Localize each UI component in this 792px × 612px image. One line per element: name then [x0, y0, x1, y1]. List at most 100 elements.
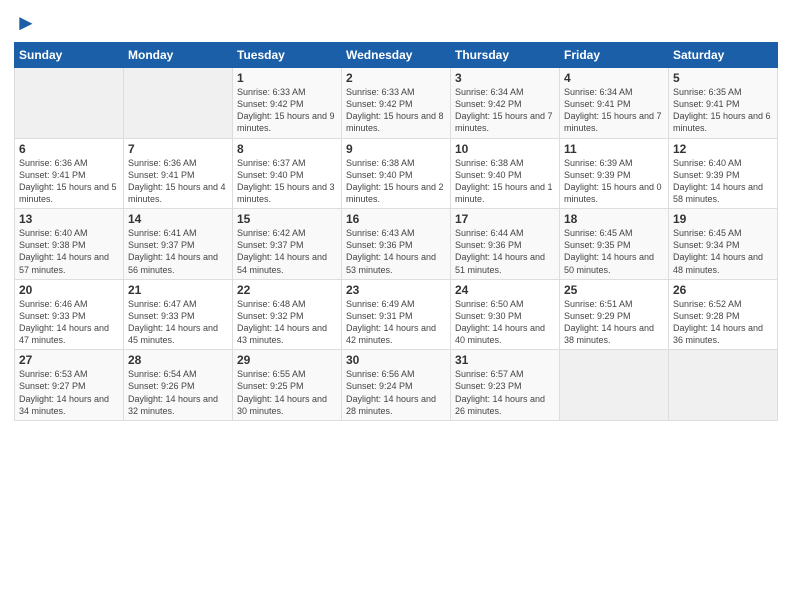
calendar-cell: 9Sunrise: 6:38 AM Sunset: 9:40 PM Daylig… — [342, 138, 451, 209]
day-info: Sunrise: 6:39 AM Sunset: 9:39 PM Dayligh… — [564, 157, 664, 206]
logo: ► — [14, 10, 37, 36]
weekday-header-wednesday: Wednesday — [342, 43, 451, 68]
header: ► — [14, 10, 778, 36]
calendar-cell: 22Sunrise: 6:48 AM Sunset: 9:32 PM Dayli… — [233, 279, 342, 350]
calendar-cell: 5Sunrise: 6:35 AM Sunset: 9:41 PM Daylig… — [669, 68, 778, 139]
logo-arrow-icon: ► — [15, 10, 37, 36]
calendar-cell: 24Sunrise: 6:50 AM Sunset: 9:30 PM Dayli… — [451, 279, 560, 350]
day-number: 11 — [564, 142, 664, 156]
day-info: Sunrise: 6:38 AM Sunset: 9:40 PM Dayligh… — [346, 157, 446, 206]
calendar-week-row: 13Sunrise: 6:40 AM Sunset: 9:38 PM Dayli… — [15, 209, 778, 280]
calendar-cell: 4Sunrise: 6:34 AM Sunset: 9:41 PM Daylig… — [560, 68, 669, 139]
logo-text: ► — [14, 10, 37, 36]
day-info: Sunrise: 6:38 AM Sunset: 9:40 PM Dayligh… — [455, 157, 555, 206]
calendar-week-row: 27Sunrise: 6:53 AM Sunset: 9:27 PM Dayli… — [15, 350, 778, 421]
day-number: 3 — [455, 71, 555, 85]
day-info: Sunrise: 6:36 AM Sunset: 9:41 PM Dayligh… — [19, 157, 119, 206]
day-number: 9 — [346, 142, 446, 156]
day-info: Sunrise: 6:48 AM Sunset: 9:32 PM Dayligh… — [237, 298, 337, 347]
calendar-cell: 25Sunrise: 6:51 AM Sunset: 9:29 PM Dayli… — [560, 279, 669, 350]
calendar-cell: 16Sunrise: 6:43 AM Sunset: 9:36 PM Dayli… — [342, 209, 451, 280]
calendar-cell: 14Sunrise: 6:41 AM Sunset: 9:37 PM Dayli… — [124, 209, 233, 280]
weekday-header-sunday: Sunday — [15, 43, 124, 68]
day-info: Sunrise: 6:40 AM Sunset: 9:38 PM Dayligh… — [19, 227, 119, 276]
calendar-cell: 20Sunrise: 6:46 AM Sunset: 9:33 PM Dayli… — [15, 279, 124, 350]
day-number: 10 — [455, 142, 555, 156]
day-number: 21 — [128, 283, 228, 297]
calendar-cell: 18Sunrise: 6:45 AM Sunset: 9:35 PM Dayli… — [560, 209, 669, 280]
day-number: 17 — [455, 212, 555, 226]
weekday-header-row: SundayMondayTuesdayWednesdayThursdayFrid… — [15, 43, 778, 68]
day-info: Sunrise: 6:45 AM Sunset: 9:34 PM Dayligh… — [673, 227, 773, 276]
calendar-cell — [560, 350, 669, 421]
day-number: 28 — [128, 353, 228, 367]
day-info: Sunrise: 6:35 AM Sunset: 9:41 PM Dayligh… — [673, 86, 773, 135]
calendar-cell: 26Sunrise: 6:52 AM Sunset: 9:28 PM Dayli… — [669, 279, 778, 350]
calendar-cell: 23Sunrise: 6:49 AM Sunset: 9:31 PM Dayli… — [342, 279, 451, 350]
calendar-week-row: 20Sunrise: 6:46 AM Sunset: 9:33 PM Dayli… — [15, 279, 778, 350]
day-number: 4 — [564, 71, 664, 85]
day-number: 7 — [128, 142, 228, 156]
day-number: 14 — [128, 212, 228, 226]
calendar-cell: 17Sunrise: 6:44 AM Sunset: 9:36 PM Dayli… — [451, 209, 560, 280]
day-info: Sunrise: 6:34 AM Sunset: 9:42 PM Dayligh… — [455, 86, 555, 135]
calendar-cell: 6Sunrise: 6:36 AM Sunset: 9:41 PM Daylig… — [15, 138, 124, 209]
day-number: 31 — [455, 353, 555, 367]
day-info: Sunrise: 6:44 AM Sunset: 9:36 PM Dayligh… — [455, 227, 555, 276]
calendar-cell: 11Sunrise: 6:39 AM Sunset: 9:39 PM Dayli… — [560, 138, 669, 209]
day-number: 5 — [673, 71, 773, 85]
calendar-cell — [669, 350, 778, 421]
calendar-cell: 10Sunrise: 6:38 AM Sunset: 9:40 PM Dayli… — [451, 138, 560, 209]
day-number: 12 — [673, 142, 773, 156]
day-info: Sunrise: 6:46 AM Sunset: 9:33 PM Dayligh… — [19, 298, 119, 347]
calendar-cell: 30Sunrise: 6:56 AM Sunset: 9:24 PM Dayli… — [342, 350, 451, 421]
calendar-table: SundayMondayTuesdayWednesdayThursdayFrid… — [14, 42, 778, 421]
day-info: Sunrise: 6:40 AM Sunset: 9:39 PM Dayligh… — [673, 157, 773, 206]
calendar-cell: 7Sunrise: 6:36 AM Sunset: 9:41 PM Daylig… — [124, 138, 233, 209]
day-number: 19 — [673, 212, 773, 226]
day-info: Sunrise: 6:33 AM Sunset: 9:42 PM Dayligh… — [237, 86, 337, 135]
day-info: Sunrise: 6:36 AM Sunset: 9:41 PM Dayligh… — [128, 157, 228, 206]
day-info: Sunrise: 6:37 AM Sunset: 9:40 PM Dayligh… — [237, 157, 337, 206]
day-number: 16 — [346, 212, 446, 226]
day-number: 23 — [346, 283, 446, 297]
day-number: 25 — [564, 283, 664, 297]
day-info: Sunrise: 6:50 AM Sunset: 9:30 PM Dayligh… — [455, 298, 555, 347]
day-info: Sunrise: 6:34 AM Sunset: 9:41 PM Dayligh… — [564, 86, 664, 135]
calendar-cell: 21Sunrise: 6:47 AM Sunset: 9:33 PM Dayli… — [124, 279, 233, 350]
day-number: 30 — [346, 353, 446, 367]
day-number: 6 — [19, 142, 119, 156]
calendar-cell — [124, 68, 233, 139]
day-info: Sunrise: 6:42 AM Sunset: 9:37 PM Dayligh… — [237, 227, 337, 276]
weekday-header-tuesday: Tuesday — [233, 43, 342, 68]
day-info: Sunrise: 6:56 AM Sunset: 9:24 PM Dayligh… — [346, 368, 446, 417]
day-number: 1 — [237, 71, 337, 85]
weekday-header-saturday: Saturday — [669, 43, 778, 68]
day-number: 2 — [346, 71, 446, 85]
weekday-header-monday: Monday — [124, 43, 233, 68]
day-number: 13 — [19, 212, 119, 226]
day-info: Sunrise: 6:57 AM Sunset: 9:23 PM Dayligh… — [455, 368, 555, 417]
day-number: 15 — [237, 212, 337, 226]
calendar-cell: 12Sunrise: 6:40 AM Sunset: 9:39 PM Dayli… — [669, 138, 778, 209]
calendar-week-row: 1Sunrise: 6:33 AM Sunset: 9:42 PM Daylig… — [15, 68, 778, 139]
calendar-cell: 8Sunrise: 6:37 AM Sunset: 9:40 PM Daylig… — [233, 138, 342, 209]
day-info: Sunrise: 6:45 AM Sunset: 9:35 PM Dayligh… — [564, 227, 664, 276]
day-info: Sunrise: 6:49 AM Sunset: 9:31 PM Dayligh… — [346, 298, 446, 347]
day-info: Sunrise: 6:33 AM Sunset: 9:42 PM Dayligh… — [346, 86, 446, 135]
calendar-cell: 29Sunrise: 6:55 AM Sunset: 9:25 PM Dayli… — [233, 350, 342, 421]
day-number: 29 — [237, 353, 337, 367]
day-info: Sunrise: 6:55 AM Sunset: 9:25 PM Dayligh… — [237, 368, 337, 417]
day-number: 8 — [237, 142, 337, 156]
day-number: 26 — [673, 283, 773, 297]
day-info: Sunrise: 6:41 AM Sunset: 9:37 PM Dayligh… — [128, 227, 228, 276]
day-info: Sunrise: 6:47 AM Sunset: 9:33 PM Dayligh… — [128, 298, 228, 347]
day-number: 18 — [564, 212, 664, 226]
weekday-header-friday: Friday — [560, 43, 669, 68]
calendar-cell: 15Sunrise: 6:42 AM Sunset: 9:37 PM Dayli… — [233, 209, 342, 280]
calendar-cell: 13Sunrise: 6:40 AM Sunset: 9:38 PM Dayli… — [15, 209, 124, 280]
day-info: Sunrise: 6:54 AM Sunset: 9:26 PM Dayligh… — [128, 368, 228, 417]
calendar-cell — [15, 68, 124, 139]
calendar-cell: 31Sunrise: 6:57 AM Sunset: 9:23 PM Dayli… — [451, 350, 560, 421]
calendar-cell: 28Sunrise: 6:54 AM Sunset: 9:26 PM Dayli… — [124, 350, 233, 421]
